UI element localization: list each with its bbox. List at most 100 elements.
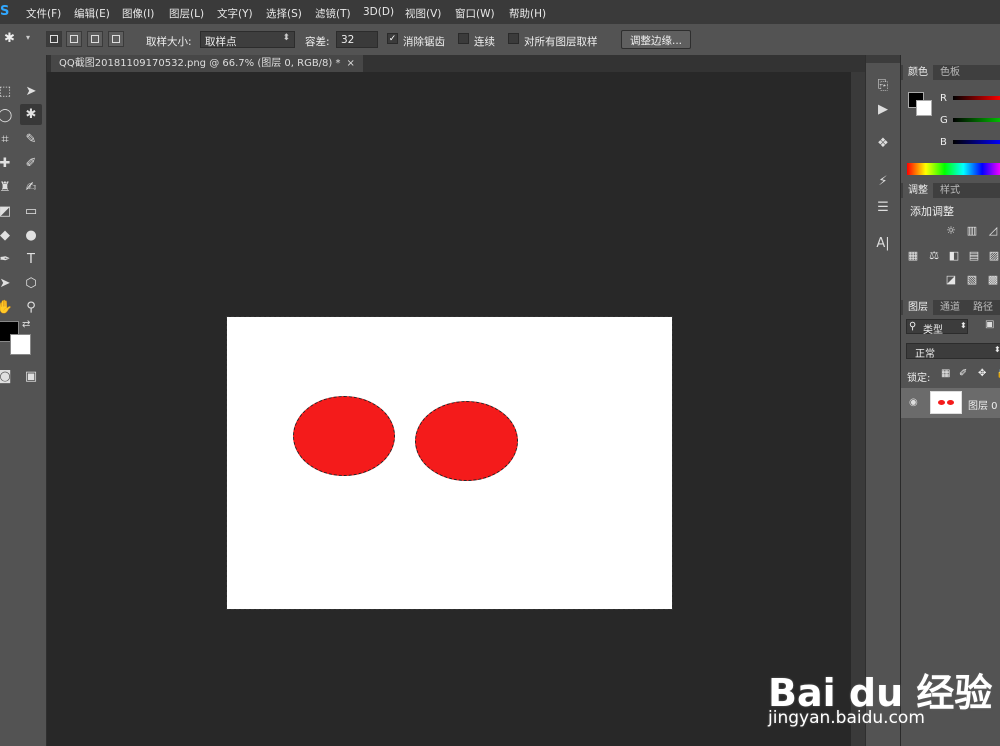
- magic-wand-tool-icon[interactable]: ✱: [20, 104, 42, 125]
- document-tab-title: QQ截图20181109170532.png @ 66.7% (图层 0, RG…: [59, 58, 341, 69]
- blend-mode-value: 正常: [915, 349, 935, 360]
- menu-image[interactable]: 图像(I): [122, 6, 154, 21]
- tab-adjustments[interactable]: 调整: [903, 183, 933, 198]
- tab-color[interactable]: 颜色: [903, 65, 933, 80]
- invert-icon[interactable]: ◪: [944, 273, 958, 287]
- levels-icon[interactable]: ▥: [965, 224, 979, 238]
- filter-pixel-icon[interactable]: ▣: [985, 319, 999, 333]
- layer-row[interactable]: ◉ 图层 0: [901, 388, 1000, 418]
- menu-3d[interactable]: 3D(D): [363, 6, 394, 18]
- stamp-tool-icon[interactable]: ♜: [0, 177, 16, 198]
- select-arrows-icon: ⬍: [282, 33, 290, 43]
- refine-edge-button[interactable]: 调整边缘...: [621, 30, 692, 49]
- menu-type[interactable]: 文字(Y): [217, 6, 253, 21]
- document-canvas[interactable]: [226, 316, 673, 610]
- curves-icon[interactable]: ◿: [986, 224, 1000, 238]
- actions-panel-icon[interactable]: ▶: [874, 101, 892, 119]
- photo-filter-icon[interactable]: ▤: [967, 249, 981, 263]
- tab-channels[interactable]: 通道: [935, 300, 965, 315]
- channel-r-slider[interactable]: [953, 96, 1000, 100]
- marquee-tool-icon[interactable]: ⬚: [0, 81, 16, 102]
- subtract-from-selection-button[interactable]: [87, 31, 103, 47]
- tolerance-label: 容差:: [305, 36, 330, 48]
- threshold-icon[interactable]: ▩: [986, 273, 1000, 287]
- healing-tool-icon[interactable]: ✚: [0, 153, 16, 174]
- menu-help[interactable]: 帮助(H): [509, 6, 546, 21]
- tab-swatches[interactable]: 色板: [935, 65, 965, 80]
- crop-tool-icon[interactable]: ⌗: [0, 129, 16, 150]
- history-panel-icon[interactable]: ⎘: [874, 77, 892, 95]
- dodge-tool-icon[interactable]: ●: [20, 225, 42, 246]
- new-selection-button[interactable]: [46, 31, 62, 47]
- menu-layer[interactable]: 图层(L): [169, 6, 204, 21]
- lock-transparent-icon[interactable]: ▦: [941, 368, 950, 379]
- move-tool-icon[interactable]: ➤: [20, 81, 42, 102]
- history-brush-tool-icon[interactable]: ✍: [20, 177, 42, 198]
- screen-mode-icon[interactable]: ▣: [20, 366, 42, 387]
- character-panel-icon[interactable]: A|: [874, 235, 892, 253]
- menu-file[interactable]: 文件(F): [26, 6, 61, 21]
- 3d-panel-icon[interactable]: ❖: [874, 135, 892, 153]
- brush-tool-icon[interactable]: ✐: [20, 153, 42, 174]
- hand-tool-icon[interactable]: ✋: [0, 297, 16, 318]
- close-tab-icon[interactable]: ×: [347, 58, 355, 69]
- document-tab[interactable]: QQ截图20181109170532.png @ 66.7% (图层 0, RG…: [51, 55, 363, 72]
- zoom-tool-icon[interactable]: ⚲: [20, 297, 42, 318]
- quick-mask-icon[interactable]: ◙: [0, 366, 16, 387]
- color-balance-icon[interactable]: ⚖: [927, 249, 941, 263]
- sample-all-layers-checkbox[interactable]: [508, 33, 519, 44]
- posterize-icon[interactable]: ▧: [965, 273, 979, 287]
- channel-b-slider[interactable]: [953, 140, 1000, 144]
- lasso-tool-icon[interactable]: ◯: [0, 105, 16, 126]
- brightness-icon[interactable]: ☼: [944, 224, 958, 238]
- gradient-tool-icon[interactable]: ▭: [20, 201, 42, 222]
- tab-layers[interactable]: 图层: [903, 300, 933, 315]
- tool-preset-dropdown-icon[interactable]: ▾: [26, 33, 30, 42]
- tab-styles[interactable]: 样式: [935, 183, 965, 198]
- channel-mixer-icon[interactable]: ▨: [987, 249, 1000, 263]
- swap-colors-icon[interactable]: ⇄: [22, 319, 30, 330]
- eraser-tool-icon[interactable]: ◩: [0, 201, 16, 222]
- antialias-checkbox[interactable]: ✓: [387, 33, 398, 44]
- add-to-selection-button[interactable]: [66, 31, 82, 47]
- menu-filter[interactable]: 滤镜(T): [315, 6, 351, 21]
- eyedropper-tool-icon[interactable]: ✎: [20, 129, 42, 150]
- sample-size-select[interactable]: 取样点 ⬍: [200, 31, 295, 48]
- brush-panel-icon[interactable]: ⚡: [874, 173, 892, 191]
- strip-header: [866, 55, 900, 63]
- channel-b-label: B: [940, 137, 947, 148]
- blur-tool-icon[interactable]: ◆: [0, 225, 16, 246]
- menu-edit[interactable]: 编辑(E): [74, 6, 110, 21]
- menu-select[interactable]: 选择(S): [266, 6, 302, 21]
- tab-paths[interactable]: 路径: [968, 300, 998, 315]
- path-selection-tool-icon[interactable]: ➤: [0, 273, 16, 294]
- intersect-selection-button[interactable]: [108, 31, 124, 47]
- adjustments-panel-tabs: 调整 样式: [901, 183, 1000, 198]
- eye-icon[interactable]: ◉: [909, 397, 918, 408]
- lock-all-icon[interactable]: 🔒: [996, 368, 1000, 379]
- tolerance-input[interactable]: 32: [336, 31, 378, 48]
- color-spectrum-ramp[interactable]: [907, 163, 1000, 175]
- red-ellipse-left: [293, 396, 395, 476]
- contiguous-checkbox[interactable]: [458, 33, 469, 44]
- color-bg-swatch[interactable]: [916, 100, 932, 116]
- tools-panel: ⬚ ➤ ◯ ✱ ⌗ ✎ ✚ ✐ ♜ ✍ ◩ ▭ ◆ ● ✒ T ➤ ⬡ ✋ ⚲ …: [0, 55, 47, 746]
- thumb-ellipse-left: [938, 400, 945, 405]
- channel-g-slider[interactable]: [953, 118, 1000, 122]
- brush-presets-icon[interactable]: ☰: [874, 199, 892, 217]
- pen-tool-icon[interactable]: ✒: [0, 249, 16, 270]
- lock-position-icon[interactable]: ✥: [978, 368, 986, 379]
- layer-filter-select[interactable]: ⚲ 类型 ⬍: [906, 319, 968, 336]
- background-color-swatch[interactable]: [10, 334, 31, 355]
- vibrance-icon[interactable]: ▦: [906, 249, 920, 263]
- menu-view[interactable]: 视图(V): [405, 6, 441, 21]
- shape-tool-icon[interactable]: ⬡: [20, 273, 42, 294]
- blend-mode-select[interactable]: 正常 ⬍: [906, 343, 1000, 360]
- lock-image-icon[interactable]: ✐: [959, 368, 967, 379]
- sample-all-layers-label: 对所有图层取样: [524, 36, 598, 48]
- type-tool-icon[interactable]: T: [20, 249, 42, 270]
- black-white-icon[interactable]: ◧: [947, 249, 961, 263]
- magic-wand-icon[interactable]: ✱: [4, 31, 15, 46]
- menu-window[interactable]: 窗口(W): [455, 6, 495, 21]
- select-arrows-icon: ⬍: [994, 345, 1000, 354]
